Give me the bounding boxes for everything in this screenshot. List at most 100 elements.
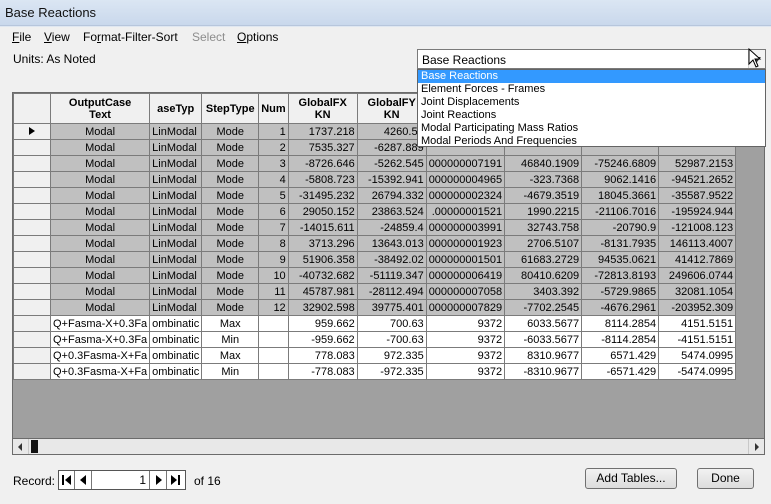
table-cell-globalfx[interactable]: -14015.611 [287,219,358,236]
table-cell-globalfy[interactable]: -700.63 [356,331,427,348]
table-cell-globalmx[interactable]: -323.7368 [504,171,583,188]
table-cell-globalfx[interactable]: 7535.327 [287,139,358,156]
table-cell-globalmz[interactable]: 5474.0995 [658,347,737,364]
first-record-button[interactable] [59,471,75,489]
table-cell-globalmx[interactable]: -4679.3519 [504,187,583,204]
table-cell-globalfx[interactable]: 778.083 [287,347,358,364]
table-row[interactable]: Q+Fasma-X+0.3Fa ombinatic Min -959.662 -700.… [13,331,737,348]
table-cell-casetype[interactable]: LinModal [149,187,203,204]
table-cell-globalmy[interactable]: 6571.429 [581,347,660,364]
table-cell-casetype[interactable]: LinModal [149,283,203,300]
menu-view[interactable]: View [44,30,70,44]
row-selector[interactable] [13,155,51,172]
table-row[interactable]: Modal LinModal Mode 10 -40732.682 -51119.347 0… [13,267,737,284]
table-cell-globalfz[interactable]: 000000001501 [425,251,506,268]
table-cell-globalmy[interactable]: -21106.7016 [581,203,660,220]
table-cell-globalfx[interactable]: -5808.723 [287,171,358,188]
table-cell-outputcase[interactable]: Q+Fasma-X+0.3Fa [49,331,151,348]
row-selector[interactable] [13,347,51,364]
table-cell-casetype[interactable]: LinModal [149,235,203,252]
table-cell-globalfz[interactable]: 000000006419 [425,267,506,284]
table-cell-outputcase[interactable]: Q+0.3Fasma-X+Fa [49,363,151,380]
table-cell-casetype[interactable]: LinModal [149,251,203,268]
record-number-input[interactable]: 1 [95,471,150,489]
table-cell-casetype[interactable]: LinModal [149,267,203,284]
menu-options[interactable]: Options [237,30,278,44]
table-cell-casetype[interactable]: ombinatic [149,315,203,332]
table-cell-casetype[interactable]: LinModal [149,219,203,236]
table-cell-globalmx[interactable]: -7702.2545 [504,299,583,316]
table-cell-steptype[interactable]: Mode [201,139,260,156]
row-selector[interactable] [13,219,51,236]
scroll-left-icon[interactable] [13,439,29,454]
table-cell-globalmy[interactable]: 18045.3661 [581,187,660,204]
table-row[interactable]: Modal LinModal Mode 11 45787.981 -28112.494 00… [13,283,737,300]
table-cell-globalfz[interactable]: 000000001923 [425,235,506,252]
table-cell-globalmy[interactable]: 9062.1416 [581,171,660,188]
table-row[interactable]: Modal LinModal Mode 3 -8726.646 -5262.545 0000… [13,155,737,172]
add-tables-button[interactable]: Add Tables... [585,468,677,489]
table-cell-steptype[interactable]: Mode [201,155,260,172]
table-cell-globalfz[interactable]: .00000001521 [425,203,506,220]
table-cell-globalfy[interactable]: -24859.4 [356,219,427,236]
table-cell-globalfz[interactable]: 9372 [425,347,506,364]
table-cell-outputcase[interactable]: Modal [49,155,151,172]
row-selector[interactable] [13,283,51,300]
row-selector[interactable] [13,235,51,252]
table-cell-globalfy[interactable]: -15392.941 [356,171,427,188]
table-cell-globalfx[interactable]: 45787.981 [287,283,358,300]
last-record-button[interactable] [168,471,184,489]
table-cell-stepnum[interactable] [258,315,289,332]
table-cell-globalmy[interactable]: 8114.2854 [581,315,660,332]
row-selector[interactable] [13,331,51,348]
table-cell-outputcase[interactable]: Modal [49,251,151,268]
table-cell-globalmz[interactable]: 41412.7869 [658,251,737,268]
table-cell-globalmz[interactable]: 249606.0744 [658,267,737,284]
table-cell-globalfx[interactable]: -959.662 [287,331,358,348]
table-cell-globalfz[interactable]: 9372 [425,363,506,380]
done-button[interactable]: Done [697,468,754,489]
table-cell-globalmx[interactable]: 3403.392 [504,283,583,300]
row-selector[interactable] [13,363,51,380]
table-row[interactable]: Modal LinModal Mode 5 -31495.232 26794.332 000… [13,187,737,204]
table-cell-stepnum[interactable]: 12 [258,299,289,316]
row-selector[interactable] [13,139,51,156]
table-cell-globalfy[interactable]: -972.335 [356,363,427,380]
table-row[interactable]: Modal LinModal Mode 8 3713.296 13643.013 00000… [13,235,737,252]
table-cell-globalmy[interactable]: -4676.2961 [581,299,660,316]
row-selector[interactable] [13,315,51,332]
table-cell-globalfz[interactable]: 000000007829 [425,299,506,316]
table-cell-globalmz[interactable]: -94521.2652 [658,171,737,188]
table-cell-steptype[interactable]: Max [201,347,260,364]
table-cell-globalfz[interactable]: 000000002324 [425,187,506,204]
table-cell-globalmy[interactable]: 94535.0621 [581,251,660,268]
table-cell-casetype[interactable]: LinModal [149,139,203,156]
table-cell-outputcase[interactable]: Modal [49,139,151,156]
scroll-thumb[interactable] [31,440,38,453]
column-header-globalfx[interactable]: GlobalFX KN [287,93,358,124]
table-cell-outputcase[interactable]: Q+0.3Fasma-X+Fa [49,347,151,364]
table-cell-globalmz[interactable]: -121008.123 [658,219,737,236]
table-cell-globalfz[interactable]: 9372 [425,315,506,332]
table-row[interactable]: Modal LinModal Mode 12 32902.598 39775.401 000… [13,299,737,316]
table-cell-globalfy[interactable]: 972.335 [356,347,427,364]
table-cell-casetype[interactable]: LinModal [149,203,203,220]
table-cell-steptype[interactable]: Min [201,363,260,380]
column-header-casetype[interactable]: aseTyp [149,93,203,124]
table-cell-stepnum[interactable]: 6 [258,203,289,220]
table-cell-globalfy[interactable]: -28112.494 [356,283,427,300]
table-cell-globalfz[interactable]: 000000004965 [425,171,506,188]
table-cell-globalmx[interactable]: 6033.5677 [504,315,583,332]
table-cell-globalfx[interactable]: -778.083 [287,363,358,380]
table-cell-steptype[interactable]: Mode [201,283,260,300]
table-cell-globalfx[interactable]: 32902.598 [287,299,358,316]
table-cell-steptype[interactable]: Mode [201,235,260,252]
table-cell-globalmy[interactable]: -8131.7935 [581,235,660,252]
table-cell-casetype[interactable]: LinModal [149,171,203,188]
table-cell-casetype[interactable]: LinModal [149,155,203,172]
table-cell-globalmx[interactable]: 46840.1909 [504,155,583,172]
column-header-steptype[interactable]: StepType [201,93,260,124]
column-header-stepnum[interactable]: Num [258,93,289,124]
table-cell-casetype[interactable]: LinModal [149,123,203,140]
previous-record-button[interactable] [76,471,92,489]
